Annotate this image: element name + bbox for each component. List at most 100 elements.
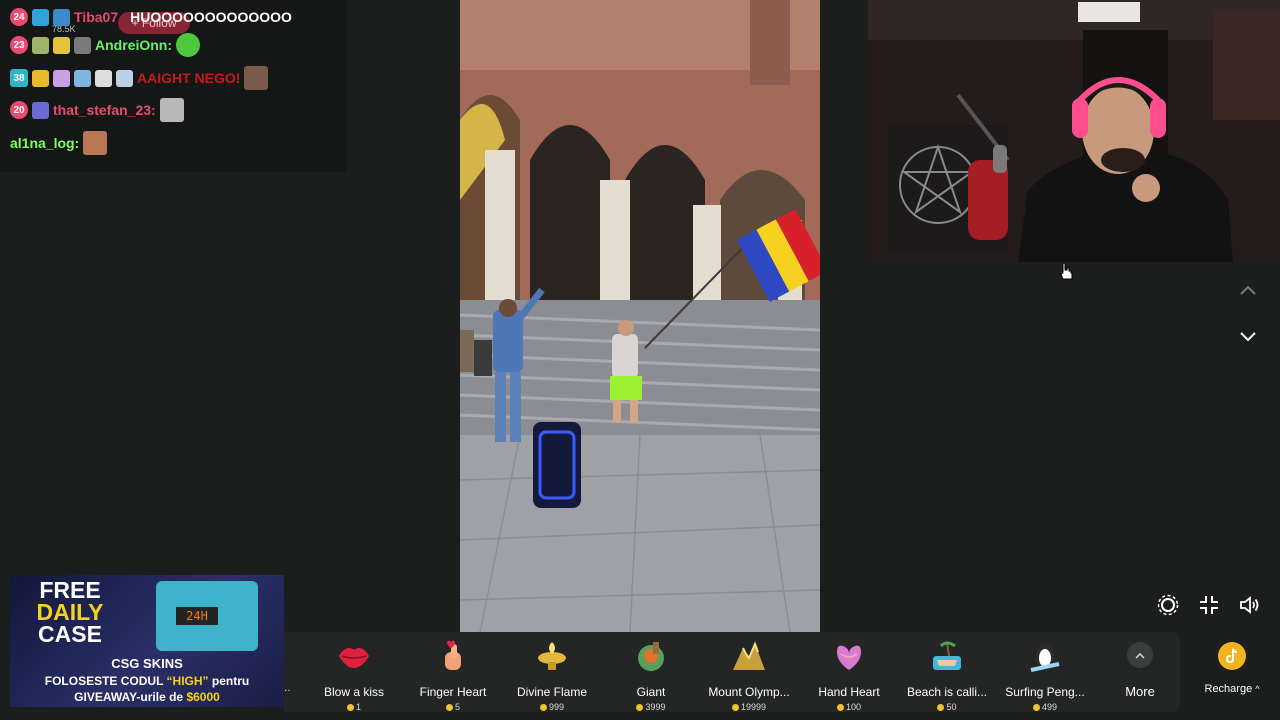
chat-text: HUOOOOOOOOOOOOO (130, 9, 292, 25)
hand-cursor-icon (1060, 262, 1073, 280)
gift-cost: 19999 (700, 702, 798, 712)
main-video[interactable] (460, 0, 820, 632)
ad-code-line: FOLOSESTE CODUL “HIGH” pentru (44, 674, 250, 688)
headphones-icon (1072, 98, 1088, 138)
next-stream-button[interactable] (1234, 323, 1262, 351)
recharge-button[interactable]: Recharge ^ (1192, 632, 1272, 712)
coin-icon (539, 703, 547, 711)
lamp-icon (538, 642, 566, 670)
recharge-label: Recharge ^ (1204, 683, 1260, 695)
gift-item[interactable]: Blow a kiss 1 (305, 638, 403, 712)
csgoskins-ad[interactable]: FREE DAILY CASE 24H CSG SKINS FOLOSESTE … (10, 575, 284, 707)
gift-name: Blow a kiss (323, 685, 385, 699)
gift-bar: .. Blow a kiss 1 Finger Heart 5 Divine F… (284, 632, 1180, 712)
webcam-feed[interactable] (868, 0, 1280, 262)
chevron-up-icon (1127, 642, 1153, 668)
tiktok-note-icon (1225, 648, 1238, 664)
gift-item[interactable]: Giant 3999 (602, 638, 700, 712)
alien-badge-icon (32, 36, 49, 54)
chat-message: al1na_log: (10, 131, 108, 155)
gift-name: Finger Heart (419, 685, 487, 699)
gift-cost: 100 (800, 702, 898, 712)
sword-badge-icon (74, 36, 91, 54)
gift-name: Giant (636, 685, 666, 699)
chat-username[interactable]: AAIGHT NEGO! (137, 70, 240, 86)
exit-fullscreen-button[interactable] (1197, 593, 1221, 617)
gift-item[interactable]: Finger Heart 5 (404, 638, 502, 712)
cat-badge-icon (95, 69, 112, 87)
chat-username[interactable]: AndreiOnn: (95, 37, 172, 53)
mountain-icon (733, 641, 765, 670)
chat-username[interactable]: al1na_log: (10, 135, 79, 151)
volume-icon (1240, 596, 1259, 614)
more-label: More (1125, 684, 1155, 699)
chevron-down-icon (1240, 332, 1256, 342)
video-scene (460, 0, 820, 632)
lips-icon (339, 648, 369, 668)
k-badge-icon (53, 36, 70, 54)
chat-message: 38 AAIGHT NEGO! (10, 66, 269, 90)
ad-brand: CSG SKINS (111, 656, 183, 671)
chat-username[interactable]: Tiba07 (74, 9, 118, 25)
microphone (993, 145, 1007, 173)
gift-cost: 1 (305, 702, 403, 712)
gift-item[interactable]: Hand Heart 100 (800, 638, 898, 712)
column (600, 180, 630, 320)
face-emote-icon (159, 98, 184, 122)
gift-item[interactable]: Divine Flame 999 (503, 638, 601, 712)
gift-cost: 5 (404, 702, 502, 712)
plane-badge-icon (53, 8, 70, 26)
chat-message: 20 that_stefan_23: (10, 98, 184, 122)
gift-item[interactable]: Mount Olymp... 19999 (700, 638, 798, 712)
case-timer: 24H (176, 607, 218, 625)
arch (530, 125, 610, 310)
giant-icon (638, 642, 664, 671)
speaker-man (493, 310, 523, 372)
chat-message: 24 Tiba07 HUOOOOOOOOOOOOO (10, 5, 292, 29)
subscriber-badge: 23 (10, 36, 28, 54)
coin-icon (937, 703, 945, 711)
air-conditioner (1078, 2, 1140, 22)
slime-emote-icon (176, 33, 200, 57)
chat-username[interactable]: that_stefan_23: (53, 102, 156, 118)
coin-icon (346, 703, 354, 711)
previous-stream-button[interactable] (1234, 276, 1262, 304)
ad-line2: DAILY (36, 599, 104, 625)
minimize-icon (1200, 596, 1218, 614)
poster (1213, 10, 1280, 120)
gift-name: Divine Flame (516, 685, 588, 699)
more-gifts-button[interactable]: More (1110, 642, 1170, 699)
quality-settings-button[interactable] (1156, 593, 1180, 617)
robot-badge-icon (74, 69, 91, 87)
chat-message: 23 AndreiOnn: (10, 33, 200, 57)
free-daily-case-headline: FREE DAILY CASE (10, 575, 130, 659)
flag-man (612, 334, 638, 378)
subscriber-badge: 24 (10, 8, 28, 26)
settings-icon (1157, 594, 1179, 616)
volume-button[interactable] (1238, 593, 1262, 617)
cg-badge-icon (32, 8, 49, 26)
chevron-up-icon (1240, 285, 1256, 295)
subscriber-badge: 38 (10, 69, 28, 87)
coin-icon (1032, 703, 1040, 711)
subscriber-badge: 20 (10, 101, 28, 119)
angel-badge-icon (116, 69, 133, 87)
gift-item[interactable]: Surfing Peng... 499 (996, 638, 1094, 712)
case-box-icon: 24H (156, 581, 258, 651)
gift-item[interactable]: Beach is calli... 50 (898, 638, 996, 712)
coin-icon (731, 703, 739, 711)
gift-name: Surfing Peng... (1005, 685, 1085, 699)
ellipsis: .. (284, 680, 291, 694)
coin-icon (445, 703, 453, 711)
ad-line3: CASE (38, 621, 102, 647)
beach-icon (933, 641, 961, 670)
gift-cost: 499 (996, 702, 1094, 712)
column (485, 150, 515, 310)
webcam-scene (868, 0, 1280, 262)
ad-giveaway-line: GIVEAWAY-urile de $6000 (74, 690, 220, 704)
face-emote-icon (83, 131, 108, 155)
gift-cost: 999 (503, 702, 601, 712)
wizard-badge-icon (32, 101, 49, 119)
chat-overlay: + Follow 78.5K 24 Tiba07 HUOOOOOOOOOOOOO… (0, 0, 347, 172)
coin-icon (836, 703, 844, 711)
